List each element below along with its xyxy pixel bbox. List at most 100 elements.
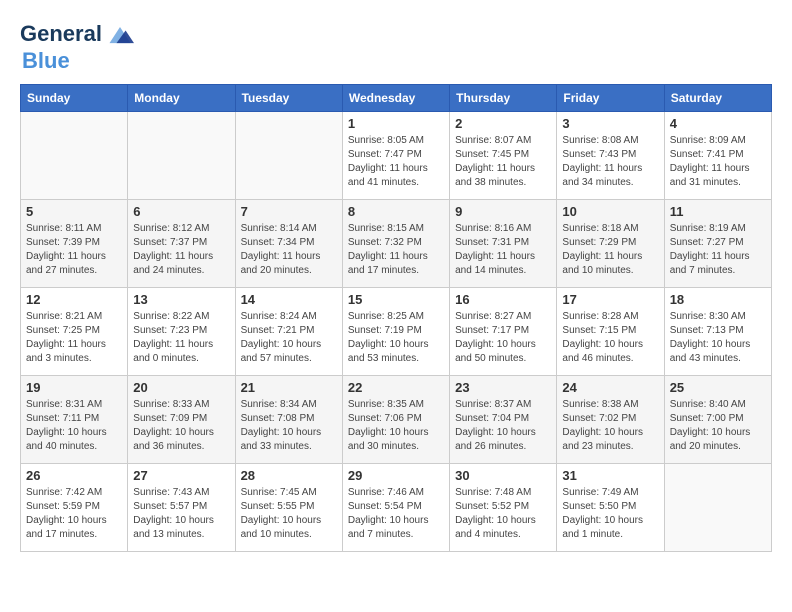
calendar-cell: 13 Sunrise: 8:22 AM Sunset: 7:23 PM Dayli…: [128, 288, 235, 376]
day-info: Sunrise: 8:22 AM Sunset: 7:23 PM Dayligh…: [133, 310, 229, 366]
calendar-week-1: 1 Sunrise: 8:05 AM Sunset: 7:47 PM Daylig…: [21, 112, 772, 200]
day-info: Sunrise: 8:05 AM Sunset: 7:47 PM Dayligh…: [348, 134, 444, 190]
day-info: Sunrise: 8:16 AM Sunset: 7:31 PM Dayligh…: [455, 222, 551, 278]
day-number: 11: [670, 204, 766, 219]
calendar-cell: 26 Sunrise: 7:42 AM Sunset: 5:59 PM Dayli…: [21, 464, 128, 552]
day-info: Sunrise: 7:43 AM Sunset: 5:57 PM Dayligh…: [133, 486, 229, 542]
day-number: 28: [241, 468, 337, 483]
weekday-header-monday: Monday: [128, 85, 235, 112]
calendar-week-5: 26 Sunrise: 7:42 AM Sunset: 5:59 PM Dayli…: [21, 464, 772, 552]
day-info: Sunrise: 8:35 AM Sunset: 7:06 PM Dayligh…: [348, 398, 444, 454]
day-number: 13: [133, 292, 229, 307]
day-number: 26: [26, 468, 122, 483]
day-info: Sunrise: 8:31 AM Sunset: 7:11 PM Dayligh…: [26, 398, 122, 454]
day-info: Sunrise: 8:25 AM Sunset: 7:19 PM Dayligh…: [348, 310, 444, 366]
calendar-cell: 19 Sunrise: 8:31 AM Sunset: 7:11 PM Dayli…: [21, 376, 128, 464]
calendar-week-3: 12 Sunrise: 8:21 AM Sunset: 7:25 PM Dayli…: [21, 288, 772, 376]
day-number: 15: [348, 292, 444, 307]
calendar-cell: 24 Sunrise: 8:38 AM Sunset: 7:02 PM Dayli…: [557, 376, 664, 464]
day-info: Sunrise: 8:40 AM Sunset: 7:00 PM Dayligh…: [670, 398, 766, 454]
calendar-cell: 16 Sunrise: 8:27 AM Sunset: 7:17 PM Dayli…: [450, 288, 557, 376]
day-number: 14: [241, 292, 337, 307]
day-number: 4: [670, 116, 766, 131]
day-info: Sunrise: 8:24 AM Sunset: 7:21 PM Dayligh…: [241, 310, 337, 366]
calendar-cell: 9 Sunrise: 8:16 AM Sunset: 7:31 PM Daylig…: [450, 200, 557, 288]
day-info: Sunrise: 8:38 AM Sunset: 7:02 PM Dayligh…: [562, 398, 658, 454]
day-number: 5: [26, 204, 122, 219]
calendar-cell: 25 Sunrise: 8:40 AM Sunset: 7:00 PM Dayli…: [664, 376, 771, 464]
day-info: Sunrise: 8:34 AM Sunset: 7:08 PM Dayligh…: [241, 398, 337, 454]
day-number: 19: [26, 380, 122, 395]
day-number: 3: [562, 116, 658, 131]
calendar-cell: 6 Sunrise: 8:12 AM Sunset: 7:37 PM Daylig…: [128, 200, 235, 288]
weekday-header-thursday: Thursday: [450, 85, 557, 112]
calendar-cell: 5 Sunrise: 8:11 AM Sunset: 7:39 PM Daylig…: [21, 200, 128, 288]
day-number: 27: [133, 468, 229, 483]
day-number: 16: [455, 292, 551, 307]
day-info: Sunrise: 7:46 AM Sunset: 5:54 PM Dayligh…: [348, 486, 444, 542]
logo: General Blue: [20, 20, 134, 74]
day-number: 1: [348, 116, 444, 131]
day-number: 17: [562, 292, 658, 307]
weekday-header-friday: Friday: [557, 85, 664, 112]
day-number: 22: [348, 380, 444, 395]
day-info: Sunrise: 8:30 AM Sunset: 7:13 PM Dayligh…: [670, 310, 766, 366]
calendar-cell: 27 Sunrise: 7:43 AM Sunset: 5:57 PM Dayli…: [128, 464, 235, 552]
calendar-cell: 29 Sunrise: 7:46 AM Sunset: 5:54 PM Dayli…: [342, 464, 449, 552]
calendar-cell: 4Sunrise: 8:09 AM Sunset: 7:41 PM Daylig…: [664, 112, 771, 200]
calendar-cell: 11 Sunrise: 8:19 AM Sunset: 7:27 PM Dayli…: [664, 200, 771, 288]
day-number: 8: [348, 204, 444, 219]
calendar-cell: 12 Sunrise: 8:21 AM Sunset: 7:25 PM Dayli…: [21, 288, 128, 376]
day-number: 30: [455, 468, 551, 483]
day-number: 25: [670, 380, 766, 395]
day-number: 2: [455, 116, 551, 131]
day-info: Sunrise: 8:07 AM Sunset: 7:45 PM Dayligh…: [455, 134, 551, 190]
day-number: 24: [562, 380, 658, 395]
day-info: Sunrise: 8:08 AM Sunset: 7:43 PM Dayligh…: [562, 134, 658, 190]
calendar-week-2: 5 Sunrise: 8:11 AM Sunset: 7:39 PM Daylig…: [21, 200, 772, 288]
day-number: 7: [241, 204, 337, 219]
day-info: Sunrise: 8:19 AM Sunset: 7:27 PM Dayligh…: [670, 222, 766, 278]
day-number: 12: [26, 292, 122, 307]
calendar-cell: 30 Sunrise: 7:48 AM Sunset: 5:52 PM Dayli…: [450, 464, 557, 552]
day-number: 6: [133, 204, 229, 219]
page-header: General Blue: [20, 20, 772, 74]
calendar-cell: 10Sunrise: 8:18 AM Sunset: 7:29 PM Dayli…: [557, 200, 664, 288]
calendar-cell: 22 Sunrise: 8:35 AM Sunset: 7:06 PM Dayli…: [342, 376, 449, 464]
calendar-cell: 23 Sunrise: 8:37 AM Sunset: 7:04 PM Dayli…: [450, 376, 557, 464]
day-info: Sunrise: 8:11 AM Sunset: 7:39 PM Dayligh…: [26, 222, 122, 278]
day-info: Sunrise: 8:27 AM Sunset: 7:17 PM Dayligh…: [455, 310, 551, 366]
day-info: Sunrise: 7:49 AM Sunset: 5:50 PM Dayligh…: [562, 486, 658, 542]
day-number: 23: [455, 380, 551, 395]
weekday-header-tuesday: Tuesday: [235, 85, 342, 112]
day-info: Sunrise: 7:48 AM Sunset: 5:52 PM Dayligh…: [455, 486, 551, 542]
weekday-header-sunday: Sunday: [21, 85, 128, 112]
day-info: Sunrise: 8:37 AM Sunset: 7:04 PM Dayligh…: [455, 398, 551, 454]
calendar-cell: 7 Sunrise: 8:14 AM Sunset: 7:34 PM Daylig…: [235, 200, 342, 288]
calendar-cell: [235, 112, 342, 200]
day-number: 9: [455, 204, 551, 219]
day-number: 31: [562, 468, 658, 483]
logo-text: General: [20, 22, 102, 46]
calendar-cell: 31 Sunrise: 7:49 AM Sunset: 5:50 PM Dayli…: [557, 464, 664, 552]
day-info: Sunrise: 8:33 AM Sunset: 7:09 PM Dayligh…: [133, 398, 229, 454]
day-number: 10: [562, 204, 658, 219]
day-number: 29: [348, 468, 444, 483]
calendar-cell: 1 Sunrise: 8:05 AM Sunset: 7:47 PM Daylig…: [342, 112, 449, 200]
day-info: Sunrise: 8:14 AM Sunset: 7:34 PM Dayligh…: [241, 222, 337, 278]
calendar-cell: [21, 112, 128, 200]
calendar-cell: 18Sunrise: 8:30 AM Sunset: 7:13 PM Dayli…: [664, 288, 771, 376]
calendar-cell: 3 Sunrise: 8:08 AM Sunset: 7:43 PM Daylig…: [557, 112, 664, 200]
weekday-header-saturday: Saturday: [664, 85, 771, 112]
logo-icon: [106, 20, 134, 48]
day-info: Sunrise: 8:15 AM Sunset: 7:32 PM Dayligh…: [348, 222, 444, 278]
day-info: Sunrise: 7:45 AM Sunset: 5:55 PM Dayligh…: [241, 486, 337, 542]
logo-blue: Blue: [22, 48, 134, 74]
day-info: Sunrise: 8:21 AM Sunset: 7:25 PM Dayligh…: [26, 310, 122, 366]
calendar-cell: 21Sunrise: 8:34 AM Sunset: 7:08 PM Dayli…: [235, 376, 342, 464]
day-info: Sunrise: 8:12 AM Sunset: 7:37 PM Dayligh…: [133, 222, 229, 278]
day-number: 20: [133, 380, 229, 395]
calendar-cell: [128, 112, 235, 200]
calendar-week-4: 19 Sunrise: 8:31 AM Sunset: 7:11 PM Dayli…: [21, 376, 772, 464]
day-info: Sunrise: 7:42 AM Sunset: 5:59 PM Dayligh…: [26, 486, 122, 542]
